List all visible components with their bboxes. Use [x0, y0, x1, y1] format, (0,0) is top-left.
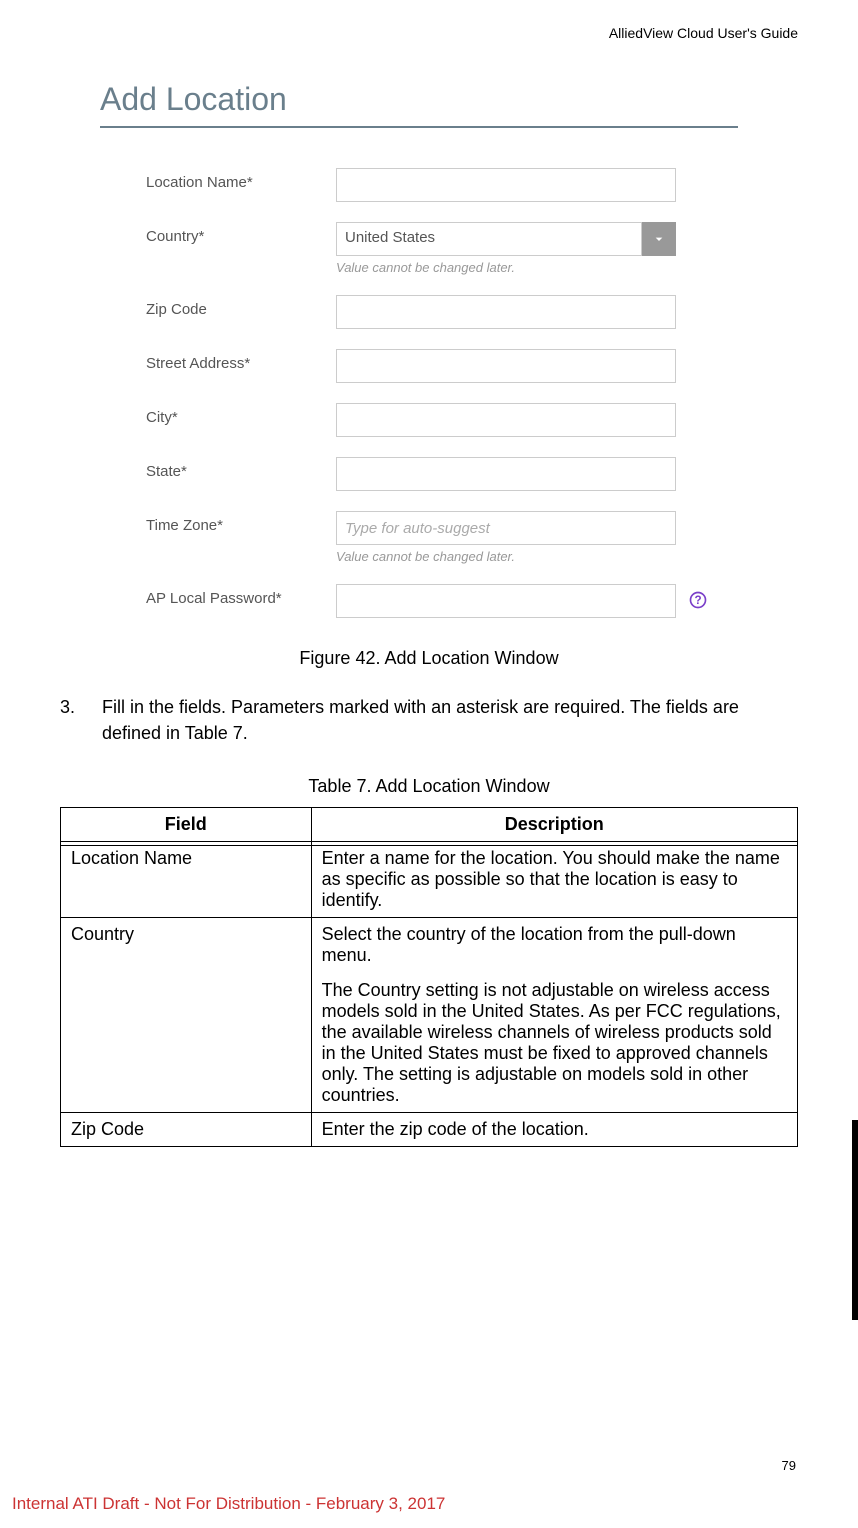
side-tab-marker: [852, 1120, 858, 1320]
ap-password-label: AP Local Password*: [146, 584, 336, 607]
street-address-label: Street Address*: [146, 349, 336, 372]
table-row: Country Select the country of the locati…: [61, 918, 798, 1113]
cell-field: Zip Code: [61, 1113, 312, 1147]
svg-text:?: ?: [694, 594, 701, 607]
time-zone-label: Time Zone*: [146, 511, 336, 534]
zip-code-input[interactable]: [336, 295, 676, 329]
table-caption: Table 7. Add Location Window: [60, 776, 798, 797]
footer-draft-notice: Internal ATI Draft - Not For Distributio…: [12, 1494, 445, 1514]
location-name-input[interactable]: [336, 168, 676, 202]
state-input[interactable]: [336, 457, 676, 491]
city-label: City*: [146, 403, 336, 426]
step-text: Fill in the fields. Parameters marked wi…: [102, 694, 798, 746]
table-row: Zip Code Enter the zip code of the locat…: [61, 1113, 798, 1147]
table-row: Location Name Enter a name for the locat…: [61, 842, 798, 918]
cell-desc: Select the country of the location from …: [311, 918, 797, 1113]
country-label: Country*: [146, 222, 336, 245]
country-hint: Value cannot be changed later.: [336, 260, 738, 275]
form-title: Add Location: [100, 81, 738, 128]
zip-code-label: Zip Code: [146, 295, 336, 318]
location-name-label: Location Name*: [146, 168, 336, 191]
country-select[interactable]: United States: [336, 222, 676, 256]
cell-field: Country: [61, 918, 312, 1113]
step-number: 3.: [60, 694, 102, 746]
time-zone-input[interactable]: [336, 511, 676, 545]
chevron-down-icon[interactable]: [642, 222, 676, 256]
cell-desc: Enter a name for the location. You shoul…: [311, 842, 797, 918]
city-input[interactable]: [336, 403, 676, 437]
help-icon[interactable]: ?: [688, 590, 708, 615]
doc-header-title: AlliedView Cloud User's Guide: [60, 25, 798, 41]
th-field: Field: [61, 808, 312, 842]
ap-password-input[interactable]: [336, 584, 676, 618]
street-address-input[interactable]: [336, 349, 676, 383]
figure-caption: Figure 42. Add Location Window: [60, 648, 798, 669]
cell-field: Location Name: [61, 842, 312, 918]
cell-desc: Enter the zip code of the location.: [311, 1113, 797, 1147]
state-label: State*: [146, 457, 336, 480]
page-number: 79: [782, 1458, 796, 1473]
field-table: Field Description Location Name Enter a …: [60, 807, 798, 1147]
form-screenshot: Add Location Location Name* Country* Uni…: [100, 81, 738, 618]
country-value: United States: [336, 222, 642, 256]
th-description: Description: [311, 808, 797, 842]
time-zone-hint: Value cannot be changed later.: [336, 549, 738, 564]
